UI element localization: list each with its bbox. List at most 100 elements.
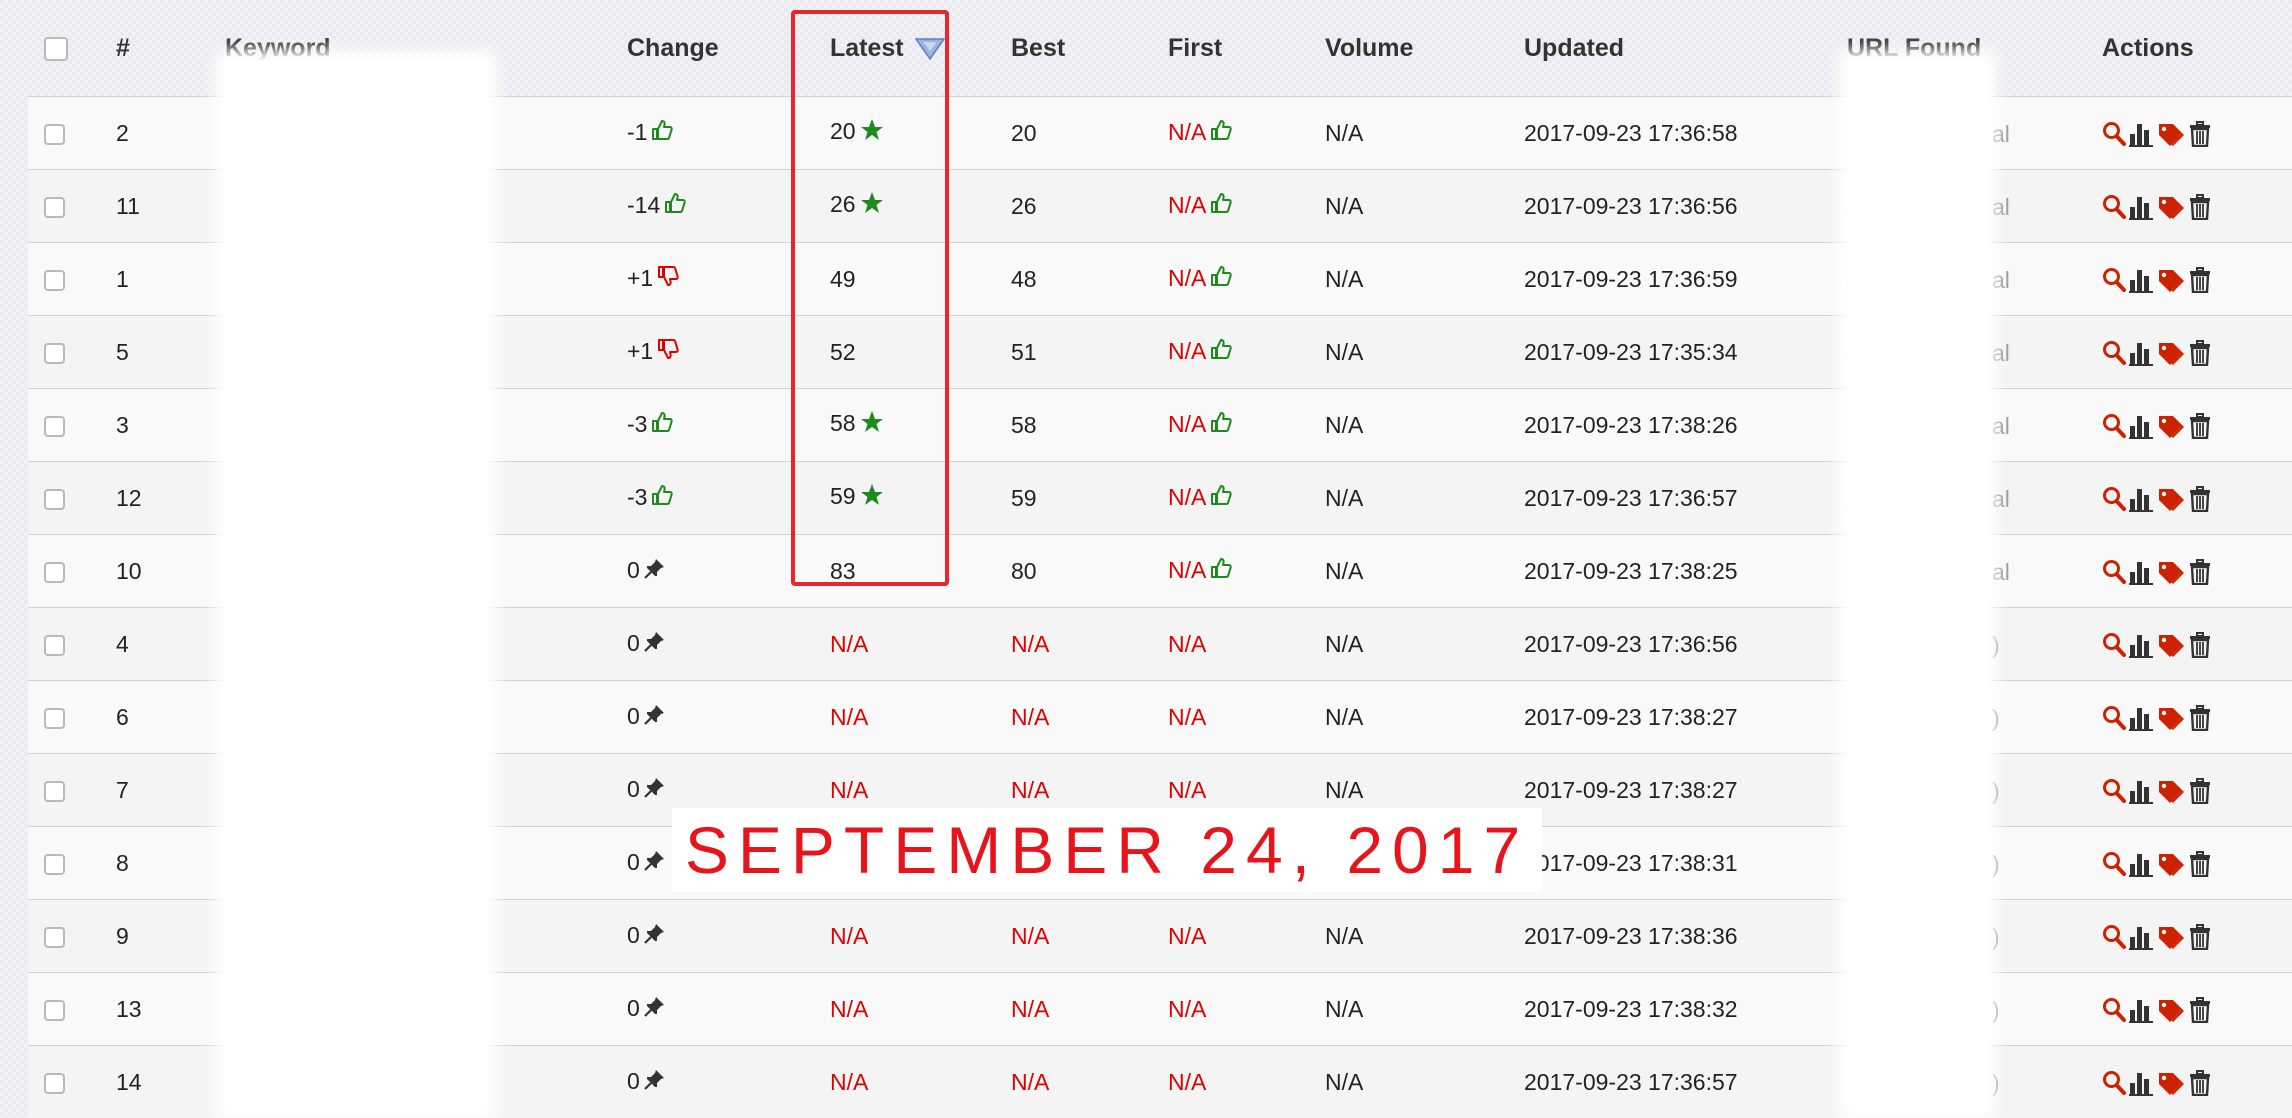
search-icon[interactable] bbox=[2102, 119, 2129, 145]
row-checkbox[interactable] bbox=[44, 1000, 65, 1021]
tag-icon[interactable] bbox=[2156, 630, 2189, 656]
first-value: N/A bbox=[1168, 338, 1206, 364]
chart-icon[interactable] bbox=[2129, 776, 2156, 802]
row-checkbox[interactable] bbox=[44, 635, 65, 656]
tag-icon[interactable] bbox=[2156, 119, 2189, 145]
chart-icon[interactable] bbox=[2129, 265, 2156, 291]
tag-icon[interactable] bbox=[2156, 1068, 2189, 1094]
search-icon[interactable] bbox=[2102, 776, 2129, 802]
thumbs-up-icon bbox=[651, 411, 673, 439]
cell-updated: 2017-09-23 17:36:57 bbox=[1524, 1046, 1847, 1118]
row-select-cell bbox=[28, 462, 116, 535]
select-all-checkbox[interactable] bbox=[44, 37, 68, 61]
cell-volume: N/A bbox=[1325, 535, 1524, 608]
tag-icon[interactable] bbox=[2156, 849, 2189, 875]
url-text-tail: ) bbox=[1992, 1070, 2000, 1097]
tag-icon[interactable] bbox=[2156, 995, 2189, 1021]
col-header-volume[interactable]: Volume bbox=[1325, 0, 1524, 97]
trash-icon[interactable] bbox=[2189, 119, 2214, 145]
trash-icon[interactable] bbox=[2189, 849, 2214, 875]
trash-icon[interactable] bbox=[2189, 338, 2214, 364]
search-icon[interactable] bbox=[2102, 630, 2129, 656]
tag-icon[interactable] bbox=[2156, 411, 2189, 437]
search-icon[interactable] bbox=[2102, 265, 2129, 291]
search-icon[interactable] bbox=[2102, 849, 2129, 875]
cell-best: 80 bbox=[1011, 535, 1168, 608]
tag-icon[interactable] bbox=[2156, 703, 2189, 729]
trash-icon[interactable] bbox=[2189, 630, 2214, 656]
row-checkbox[interactable] bbox=[44, 562, 65, 583]
tag-icon[interactable] bbox=[2156, 192, 2189, 218]
cell-updated: 2017-09-23 17:38:31 bbox=[1524, 827, 1847, 900]
search-icon[interactable] bbox=[2102, 1068, 2129, 1094]
chart-icon[interactable] bbox=[2129, 995, 2156, 1021]
url-text-tail: al bbox=[1992, 486, 2010, 513]
latest-value: N/A bbox=[830, 996, 868, 1022]
row-checkbox[interactable] bbox=[44, 197, 65, 218]
tag-icon[interactable] bbox=[2156, 776, 2189, 802]
chart-icon[interactable] bbox=[2129, 192, 2156, 218]
row-checkbox[interactable] bbox=[44, 708, 65, 729]
chart-icon[interactable] bbox=[2129, 557, 2156, 583]
search-icon[interactable] bbox=[2102, 338, 2129, 364]
chart-icon[interactable] bbox=[2129, 411, 2156, 437]
url-text-tail: ) bbox=[1992, 851, 2000, 878]
row-checkbox[interactable] bbox=[44, 927, 65, 948]
row-checkbox[interactable] bbox=[44, 489, 65, 510]
row-checkbox[interactable] bbox=[44, 124, 65, 145]
tag-icon[interactable] bbox=[2156, 557, 2189, 583]
chart-icon[interactable] bbox=[2129, 338, 2156, 364]
thumbs-up-icon bbox=[651, 484, 673, 512]
thumbs-down-icon bbox=[657, 265, 679, 293]
search-icon[interactable] bbox=[2102, 411, 2129, 437]
cell-latest: N/A bbox=[830, 608, 1011, 681]
tag-icon[interactable] bbox=[2156, 484, 2189, 510]
col-header-first[interactable]: First bbox=[1168, 0, 1325, 97]
search-icon[interactable] bbox=[2102, 557, 2129, 583]
trash-icon[interactable] bbox=[2189, 192, 2214, 218]
cell-num: 11 bbox=[116, 170, 225, 243]
search-icon[interactable] bbox=[2102, 703, 2129, 729]
cell-updated: 2017-09-23 17:36:56 bbox=[1524, 608, 1847, 681]
cell-volume: N/A bbox=[1325, 462, 1524, 535]
thumbs-down-icon bbox=[657, 338, 679, 366]
trash-icon[interactable] bbox=[2189, 411, 2214, 437]
chart-icon[interactable] bbox=[2129, 630, 2156, 656]
chart-icon[interactable] bbox=[2129, 1068, 2156, 1094]
cell-volume: N/A bbox=[1325, 900, 1524, 973]
trash-icon[interactable] bbox=[2189, 776, 2214, 802]
row-checkbox[interactable] bbox=[44, 854, 65, 875]
chart-icon[interactable] bbox=[2129, 484, 2156, 510]
col-header-best[interactable]: Best bbox=[1011, 0, 1168, 97]
trash-icon[interactable] bbox=[2189, 484, 2214, 510]
first-value: N/A bbox=[1168, 923, 1206, 949]
chart-icon[interactable] bbox=[2129, 849, 2156, 875]
search-icon[interactable] bbox=[2102, 484, 2129, 510]
tag-icon[interactable] bbox=[2156, 265, 2189, 291]
search-icon[interactable] bbox=[2102, 192, 2129, 218]
trash-icon[interactable] bbox=[2189, 557, 2214, 583]
col-header-actions: Actions bbox=[2102, 0, 2292, 97]
trash-icon[interactable] bbox=[2189, 1068, 2214, 1094]
row-checkbox[interactable] bbox=[44, 416, 65, 437]
col-header-num[interactable]: # bbox=[116, 0, 225, 97]
row-checkbox[interactable] bbox=[44, 781, 65, 802]
cell-volume: N/A bbox=[1325, 170, 1524, 243]
row-checkbox[interactable] bbox=[44, 343, 65, 364]
trash-icon[interactable] bbox=[2189, 995, 2214, 1021]
row-checkbox[interactable] bbox=[44, 270, 65, 291]
search-icon[interactable] bbox=[2102, 922, 2129, 948]
col-header-updated[interactable]: Updated bbox=[1524, 0, 1847, 97]
tag-icon[interactable] bbox=[2156, 338, 2189, 364]
cell-best: 48 bbox=[1011, 243, 1168, 316]
change-value: 0 bbox=[627, 703, 640, 729]
trash-icon[interactable] bbox=[2189, 922, 2214, 948]
chart-icon[interactable] bbox=[2129, 119, 2156, 145]
chart-icon[interactable] bbox=[2129, 703, 2156, 729]
trash-icon[interactable] bbox=[2189, 265, 2214, 291]
row-checkbox[interactable] bbox=[44, 1073, 65, 1094]
trash-icon[interactable] bbox=[2189, 703, 2214, 729]
search-icon[interactable] bbox=[2102, 995, 2129, 1021]
tag-icon[interactable] bbox=[2156, 922, 2189, 948]
chart-icon[interactable] bbox=[2129, 922, 2156, 948]
